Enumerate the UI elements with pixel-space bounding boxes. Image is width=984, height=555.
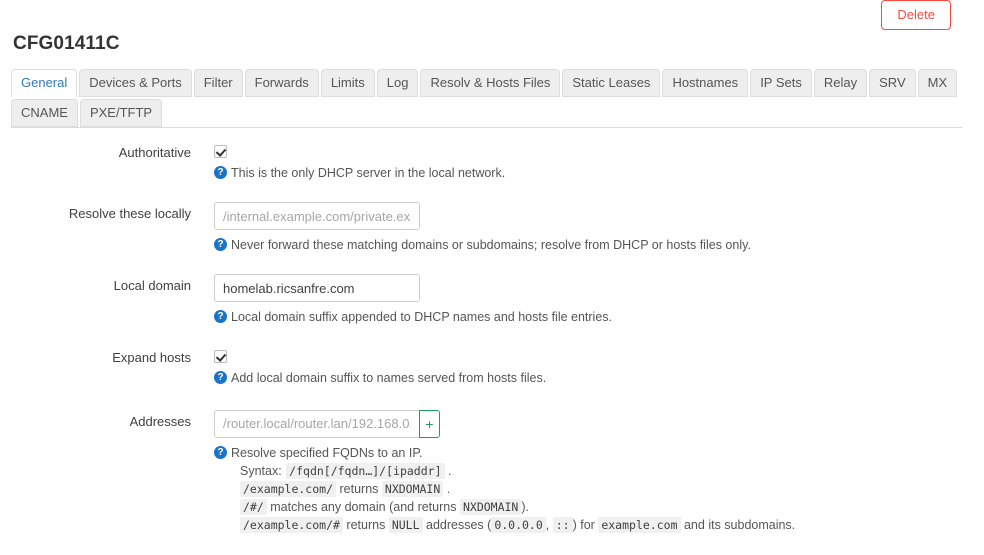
tab-hostnames[interactable]: Hostnames bbox=[662, 69, 749, 97]
syntax-label: Syntax: bbox=[240, 463, 282, 478]
tab-cname[interactable]: CNAME bbox=[11, 99, 78, 127]
code-syntax: /fqdn[/fqdn…]/[ipaddr] bbox=[286, 462, 445, 479]
help-line-3-suffix: . bbox=[446, 481, 451, 496]
page-title: CFG01411C bbox=[13, 33, 120, 54]
help-resolve-locally: ? Never forward these matching domains o… bbox=[214, 236, 984, 254]
tab-ip-sets[interactable]: IP Sets bbox=[750, 69, 812, 97]
tab-row-primary: General Devices & Ports Filter Forwards … bbox=[11, 68, 963, 97]
help-icon[interactable]: ? bbox=[214, 371, 227, 385]
delete-button[interactable]: Delete bbox=[881, 0, 951, 30]
help-line-4-mid: matches any domain (and returns bbox=[270, 499, 457, 514]
addresses-input-group: + bbox=[214, 409, 984, 438]
code-null: NULL bbox=[388, 517, 423, 533]
help-line-5-mid3: ) for bbox=[572, 518, 595, 532]
help-line-5: /example.com/# returns NULL addresses (0… bbox=[231, 516, 984, 534]
tab-row-secondary: CNAME PXE/TFTP bbox=[11, 98, 963, 127]
field-label-addresses: Addresses bbox=[129, 413, 191, 429]
code-example-com: example.com bbox=[598, 517, 681, 533]
general-settings-form: Authoritative ? This is the only DHCP se… bbox=[0, 141, 984, 534]
help-local-domain: ? Local domain suffix appended to DHCP n… bbox=[214, 308, 984, 326]
field-label-resolve-locally: Resolve these locally bbox=[68, 206, 191, 222]
tab-forwards[interactable]: Forwards bbox=[244, 69, 319, 97]
help-icon[interactable]: ? bbox=[214, 445, 227, 459]
help-icon[interactable]: ? bbox=[214, 238, 227, 252]
tab-devices-ports[interactable]: Devices & Ports bbox=[79, 69, 192, 97]
tab-srv[interactable]: SRV bbox=[869, 69, 916, 97]
tab-mx[interactable]: MX bbox=[917, 69, 958, 97]
authoritative-checkbox[interactable] bbox=[214, 145, 227, 158]
code-example-domain: /example.com/ bbox=[240, 480, 337, 497]
help-line-5-comma: , bbox=[545, 518, 550, 532]
field-expand-hosts: Expand hosts ? Add local domain suffix t… bbox=[0, 346, 984, 387]
tab-log[interactable]: Log bbox=[376, 69, 419, 97]
field-control-authoritative: ? This is the only DHCP server in the lo… bbox=[191, 141, 984, 182]
addresses-input[interactable] bbox=[214, 409, 420, 438]
field-control-expand-hosts: ? Add local domain suffix to names serve… bbox=[191, 346, 984, 387]
code-ipv6-null: :: bbox=[552, 517, 573, 533]
code-wildcard: /#/ bbox=[240, 498, 267, 515]
field-resolve-locally: Resolve these locally ? Never forward th… bbox=[0, 202, 984, 254]
tab-limits[interactable]: Limits bbox=[320, 69, 375, 97]
field-label-local-domain: Local domain bbox=[113, 278, 191, 294]
field-label-authoritative: Authoritative bbox=[118, 145, 191, 160]
add-address-button[interactable]: + bbox=[419, 409, 440, 438]
help-text-authoritative: This is the only DHCP server in the loca… bbox=[231, 166, 506, 180]
help-icon[interactable]: ? bbox=[214, 310, 227, 324]
tab-resolv-hosts-files[interactable]: Resolv & Hosts Files bbox=[420, 69, 561, 97]
help-text-local-domain: Local domain suffix appended to DHCP nam… bbox=[231, 310, 613, 325]
field-control-resolve-locally: ? Never forward these matching domains o… bbox=[191, 202, 984, 254]
help-line-2: Syntax: /fqdn[/fqdn…]/[ipaddr] . bbox=[231, 462, 984, 480]
help-line-2-suffix: . bbox=[447, 463, 452, 478]
help-icon[interactable]: ? bbox=[214, 166, 227, 179]
field-label-expand-hosts: Expand hosts bbox=[112, 350, 191, 366]
code-example-wildcard: /example.com/# bbox=[240, 517, 343, 533]
help-expand-hosts: ? Add local domain suffix to names serve… bbox=[214, 369, 984, 387]
field-control-local-domain: ? Local domain suffix appended to DHCP n… bbox=[191, 274, 984, 326]
help-line-5-mid1: returns bbox=[346, 518, 386, 532]
help-text-expand-hosts: Add local domain suffix to names served … bbox=[231, 371, 547, 386]
action-bar: Delete bbox=[0, 0, 984, 30]
help-text-addresses: Resolve specified FQDNs to an IP. Syntax… bbox=[231, 444, 984, 535]
tab-divider bbox=[11, 127, 963, 128]
tab-general[interactable]: General bbox=[11, 69, 78, 97]
field-addresses: Addresses + ? Resolve specified FQDNs to… bbox=[0, 409, 984, 535]
field-control-addresses: + ? Resolve specified FQDNs to an IP. Sy… bbox=[191, 409, 984, 535]
tab-bar: General Devices & Ports Filter Forwards … bbox=[11, 68, 963, 127]
field-authoritative: Authoritative ? This is the only DHCP se… bbox=[0, 141, 984, 182]
help-line-3: /example.com/ returns NXDOMAIN . bbox=[231, 480, 984, 498]
help-line-1: Resolve specified FQDNs to an IP. bbox=[231, 445, 423, 460]
tab-relay[interactable]: Relay bbox=[813, 69, 868, 97]
dnsmasq-config-page: Delete CFG01411C General Devices & Ports… bbox=[0, 0, 984, 555]
help-text-resolve-locally: Never forward these matching domains or … bbox=[231, 238, 751, 253]
tab-filter[interactable]: Filter bbox=[193, 69, 243, 97]
help-line-5-mid2: addresses ( bbox=[426, 518, 492, 532]
code-nxdomain: NXDOMAIN bbox=[459, 498, 522, 515]
field-local-domain: Local domain ? Local domain suffix appen… bbox=[0, 274, 984, 326]
code-nxdomain: NXDOMAIN bbox=[381, 480, 444, 497]
help-line-5-suffix: and its subdomains. bbox=[683, 518, 796, 532]
expand-hosts-checkbox[interactable] bbox=[214, 350, 227, 364]
help-line-4: /#/ matches any domain (and returns NXDO… bbox=[231, 498, 984, 516]
local-domain-input[interactable] bbox=[214, 274, 420, 303]
help-authoritative: ? This is the only DHCP server in the lo… bbox=[214, 164, 984, 182]
help-addresses: ? Resolve specified FQDNs to an IP. Synt… bbox=[214, 444, 984, 535]
help-line-3-mid: returns bbox=[339, 481, 379, 496]
tab-static-leases[interactable]: Static Leases bbox=[562, 69, 661, 97]
help-line-4-suffix: ). bbox=[521, 499, 529, 514]
resolve-locally-input[interactable] bbox=[214, 202, 420, 231]
code-ipv4-null: 0.0.0.0 bbox=[491, 517, 546, 533]
tab-pxe-tftp[interactable]: PXE/TFTP bbox=[79, 99, 163, 127]
